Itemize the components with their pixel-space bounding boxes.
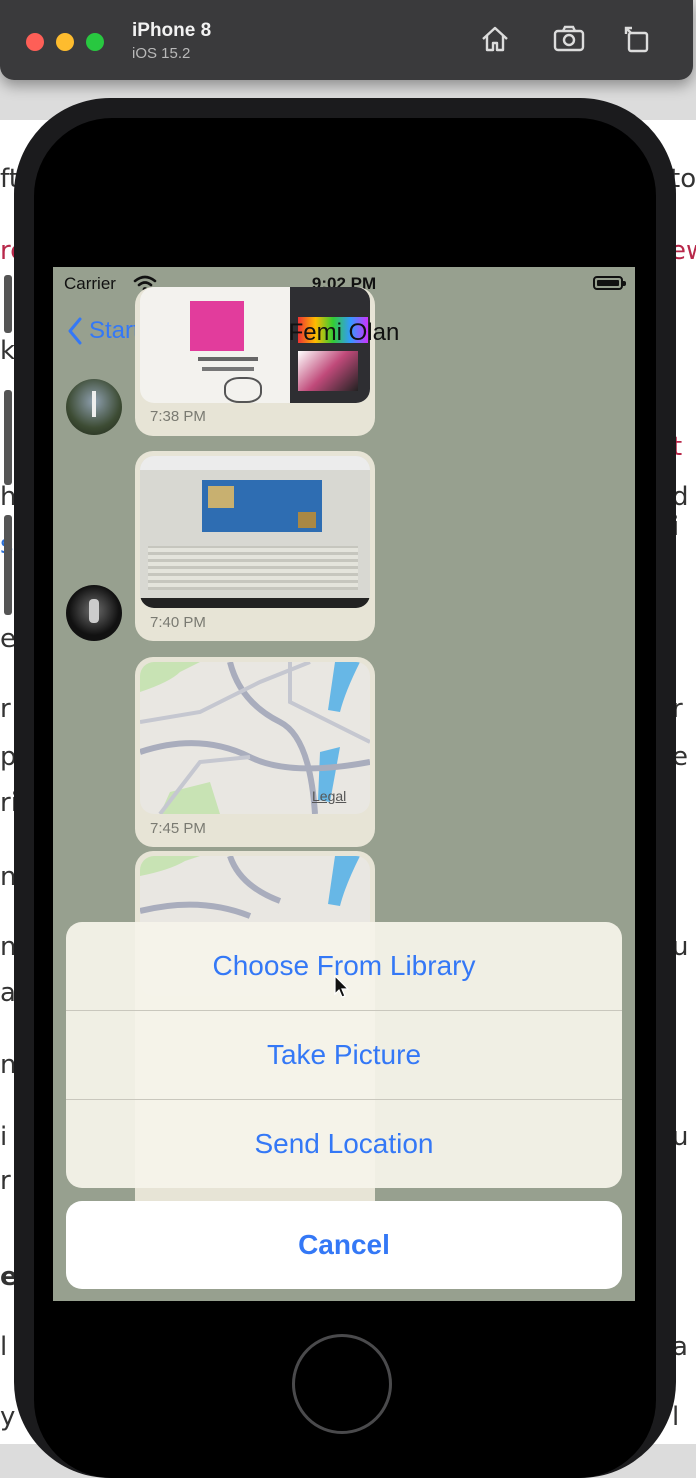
background-tab [4, 390, 12, 485]
message-timestamp: 7:40 PM [150, 614, 206, 631]
message-timestamp: 7:45 PM [150, 820, 206, 837]
take-picture-button[interactable]: Take Picture [66, 1011, 622, 1099]
device-name: iPhone 8 [132, 20, 212, 41]
avatar[interactable] [66, 585, 122, 641]
phone-screen: Carrier 9:02 PM Start Femi Olan 7:38 PM [53, 267, 635, 1301]
screenshot-icon[interactable] [552, 22, 586, 56]
rotate-icon[interactable] [620, 22, 654, 56]
message-bubble[interactable]: 7:40 PM [135, 451, 375, 641]
action-sheet: Choose From Library Take Picture Send Lo… [66, 922, 622, 1188]
background-text: l [672, 1402, 680, 1432]
close-window-button[interactable] [26, 33, 44, 51]
map-legal-link[interactable]: Legal [312, 788, 346, 804]
minimize-window-button[interactable] [56, 33, 74, 51]
send-location-button[interactable]: Send Location [66, 1100, 622, 1188]
home-button[interactable] [292, 1334, 392, 1434]
cancel-button[interactable]: Cancel [66, 1201, 622, 1289]
mouse-cursor-icon [334, 975, 350, 998]
zoom-window-button[interactable] [86, 33, 104, 51]
message-timestamp: 7:38 PM [150, 408, 206, 425]
battery-icon [593, 276, 626, 290]
home-icon[interactable] [478, 22, 512, 56]
os-version: iOS 15.2 [132, 45, 191, 62]
background-text: r [0, 1166, 11, 1196]
chat-title: Femi Olan [288, 319, 400, 346]
background-text: k [0, 336, 16, 366]
simulator-title-bar: iPhone 8 iOS 15.2 [0, 0, 693, 80]
background-text: r [0, 694, 11, 724]
background-tab [4, 515, 12, 615]
message-bubble[interactable]: 7:38 PM [135, 287, 375, 436]
avatar[interactable] [66, 379, 122, 435]
message-bubble[interactable]: Legal 7:45 PM [135, 657, 375, 847]
background-text: y [0, 1402, 16, 1432]
background-text: l [0, 1332, 8, 1362]
location-map[interactable]: Legal [140, 662, 370, 814]
background-text: i [0, 1122, 8, 1152]
background-tab [4, 275, 12, 333]
message-image[interactable] [140, 456, 370, 608]
